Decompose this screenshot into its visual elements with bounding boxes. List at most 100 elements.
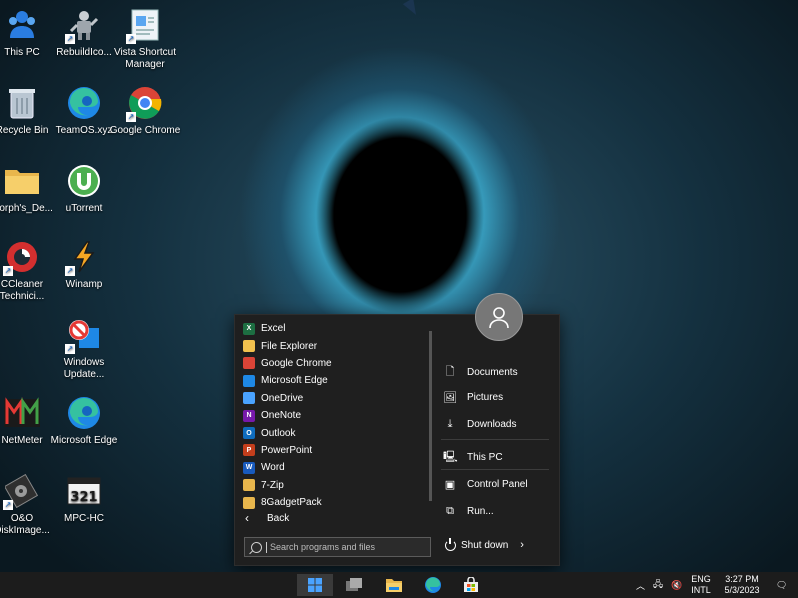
- diskimage-icon: ↗: [3, 472, 41, 510]
- netmeter-icon: [3, 394, 41, 432]
- app-icon: [243, 392, 255, 405]
- program-label: Excel: [261, 323, 286, 335]
- language-code: ENG: [691, 574, 711, 584]
- program-item-word[interactable]: W Word: [241, 459, 427, 476]
- desktop-icon-windows-update[interactable]: ↗ Windows Update...: [48, 316, 120, 381]
- volume-muted-icon: 🔇: [671, 579, 683, 590]
- tray-volume[interactable]: 🔇: [671, 572, 682, 598]
- tray-network[interactable]: 🖧: [653, 572, 663, 598]
- recycle-bin-icon: [3, 84, 41, 122]
- place-label: Run...: [467, 506, 494, 517]
- program-item-outlook[interactable]: O Outlook: [241, 424, 427, 441]
- back-label: Back: [267, 512, 290, 524]
- computer-icon: 🖳: [443, 451, 458, 463]
- program-label: 7-Zip: [261, 479, 284, 491]
- desktop-icon-label: MPC-HC: [64, 513, 104, 524]
- place-pictures[interactable]: 🖼 Pictures: [443, 391, 503, 404]
- place-this-pc[interactable]: 🖳 This PC: [443, 448, 503, 467]
- chevron-up-icon: ︿: [636, 580, 646, 591]
- desktop-icon-label: Morph's_De...: [0, 203, 53, 214]
- chevron-right-icon[interactable]: ›: [520, 539, 524, 551]
- taskbar-edge[interactable]: [415, 574, 451, 596]
- program-item-onedrive[interactable]: OneDrive: [241, 390, 427, 407]
- shutdown-label: Shut down: [461, 539, 509, 551]
- program-item-8gadgetpack[interactable]: 8GadgetPack: [241, 494, 427, 511]
- place-documents[interactable]: 🗋 Documents: [443, 363, 518, 382]
- user-avatar[interactable]: [475, 293, 523, 341]
- robot-icon: ↗: [65, 6, 103, 44]
- store-icon: [464, 577, 478, 592]
- program-item-excel[interactable]: X Excel: [241, 320, 427, 337]
- program-list-scrollbar[interactable]: [429, 331, 432, 501]
- place-label: Documents: [467, 367, 518, 378]
- place-label: This PC: [467, 452, 503, 463]
- desktop-icon-microsoft-edge[interactable]: Microsoft Edge: [48, 394, 120, 447]
- program-label: PowerPoint: [261, 444, 313, 456]
- place-downloads[interactable]: ⤓ Downloads: [443, 418, 517, 431]
- clock-time: 3:27 PM: [725, 574, 759, 584]
- search-icon: [251, 541, 262, 553]
- picture-icon: 🖼: [443, 392, 457, 404]
- power-icon: [445, 537, 456, 551]
- program-item-onenote[interactable]: N OneNote: [241, 407, 427, 424]
- search-box[interactable]: Search programs and files: [244, 537, 431, 557]
- chevron-left-icon: ‹: [245, 511, 249, 525]
- program-label: Google Chrome: [261, 357, 332, 369]
- desktop-icon-label: This PC: [4, 47, 40, 58]
- shutdown-button[interactable]: Shut down ›: [445, 537, 524, 551]
- app-icon: P: [243, 444, 255, 457]
- program-item-powerpoint[interactable]: P PowerPoint: [241, 442, 427, 459]
- folder-icon: [386, 579, 402, 592]
- separator: [441, 439, 549, 440]
- separator: [441, 469, 549, 470]
- desktop-icon-label: Winamp: [65, 279, 103, 290]
- notification-icon: 🗨: [776, 579, 788, 590]
- tray-overflow-chevron[interactable]: ︿: [636, 572, 645, 598]
- desktop-icon-vista-shortcut-manager[interactable]: ↗ Vista Shortcut Manager: [109, 6, 181, 71]
- desktop-icon-label: Recycle Bin: [0, 125, 49, 136]
- program-label: Outlook: [261, 427, 296, 439]
- program-item-google-chrome[interactable]: Google Chrome: [241, 355, 427, 372]
- shortcut-arrow-icon: ↗: [3, 500, 13, 510]
- users-icon: [3, 6, 41, 44]
- taskbar-store[interactable]: [453, 574, 489, 596]
- shortcut-arrow-icon: ↗: [65, 266, 75, 276]
- shortcut-arrow-icon: ↗: [65, 34, 75, 44]
- desktop-icon-label: Microsoft Edge: [50, 435, 118, 446]
- desktop-icon-google-chrome[interactable]: ↗ Google Chrome: [109, 84, 181, 137]
- desktop-icon-label: Windows Update...: [63, 357, 105, 380]
- taskbar-file-explorer[interactable]: [376, 574, 412, 596]
- start-button[interactable]: [297, 574, 333, 596]
- shortcut-arrow-icon: ↗: [126, 34, 136, 44]
- desktop-icon-label: RebuildIco...: [56, 47, 112, 58]
- app-icon: [243, 374, 255, 387]
- place-control-panel[interactable]: ▣ Control Panel: [443, 478, 528, 491]
- app-icon: [243, 340, 255, 353]
- keyboard-layout: INTL: [691, 585, 711, 595]
- program-label: Microsoft Edge: [261, 375, 328, 387]
- app-icon: [243, 496, 255, 509]
- desktop-icon-winamp[interactable]: ↗ Winamp: [48, 238, 120, 291]
- taskbar-task-view[interactable]: [336, 574, 372, 596]
- program-item-file-explorer[interactable]: File Explorer: [241, 337, 427, 354]
- program-label: OneDrive: [261, 392, 304, 404]
- tray-clock[interactable]: 3:27 PM 5/3/2023: [716, 574, 768, 596]
- desktop-icon-utorrent[interactable]: uTorrent: [48, 162, 120, 215]
- vista-shortcut-manager-icon: ↗: [126, 6, 164, 44]
- place-label: Control Panel: [467, 479, 528, 490]
- desktop-icon-mpc-hc[interactable]: 321 MPC-HC: [48, 472, 120, 525]
- run-icon: ⧉: [446, 505, 454, 517]
- program-item-microsoft-edge[interactable]: Microsoft Edge: [241, 372, 427, 389]
- back-button[interactable]: ‹ Back: [245, 511, 289, 525]
- clock-date: 5/3/2023: [724, 585, 760, 595]
- tray-notifications[interactable]: 🗨: [776, 572, 787, 598]
- start-menu: X Excel File Explorer Google Chrome Microsof…: [234, 293, 560, 566]
- app-icon: [243, 357, 255, 370]
- ccleaner-icon: ↗: [3, 238, 41, 276]
- place-run[interactable]: ⧉ Run...: [443, 505, 494, 518]
- program-item-7-zip[interactable]: 7-Zip: [241, 477, 427, 494]
- search-placeholder: Search programs and files: [270, 542, 376, 552]
- tray-language[interactable]: ENG INTL: [686, 574, 716, 596]
- app-icon: O: [243, 427, 255, 440]
- mpc-hc-icon: 321: [65, 472, 103, 510]
